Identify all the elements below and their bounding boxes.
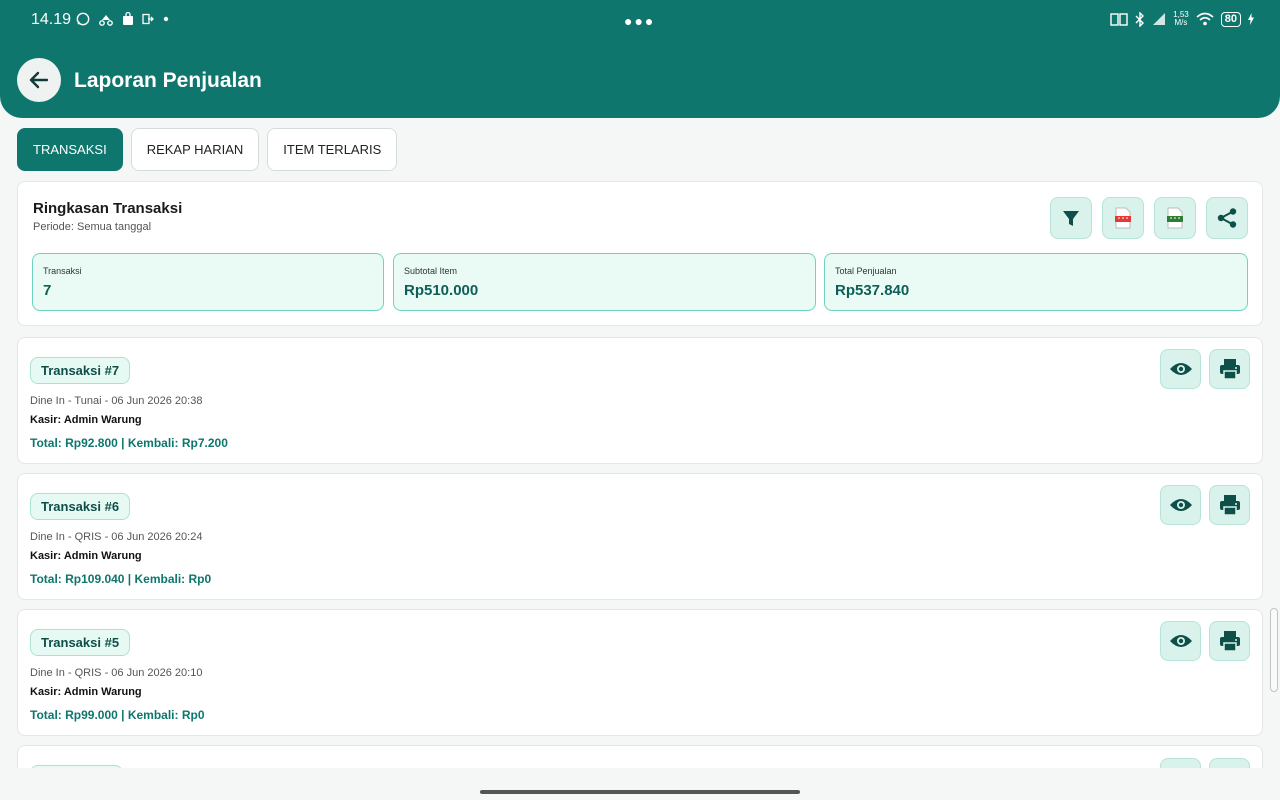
app-bar: 14.19 ●●● 1,53 M/s 80 Laporan Penjualan (0, 0, 1280, 118)
summary-actions (1050, 197, 1248, 239)
reader-mode-icon (1110, 12, 1128, 26)
transaction-actions (1160, 621, 1250, 661)
summary-title: Ringkasan Transaksi (33, 200, 183, 217)
transaction-meta: Dine In - Tunai - 06 Jun 2026 20:38 (30, 395, 203, 407)
view-detail-button[interactable] (1160, 349, 1201, 389)
metric-label: Subtotal Item (404, 266, 458, 276)
pdf-icon (1115, 207, 1131, 229)
printer-icon (1219, 631, 1240, 652)
transaction-badge: Transaksi #5 (30, 629, 131, 656)
transaction-cashier: Kasir: Admin Warung (30, 414, 142, 426)
export-xls-button[interactable] (1154, 197, 1196, 239)
transaction-cashier: Kasir: Admin Warung (30, 550, 142, 562)
whatsapp-icon (76, 12, 90, 26)
summary-period: Periode: Semua tanggal (33, 221, 152, 233)
delivery-icon (99, 15, 113, 26)
metric-transaksi: Transaksi 7 (32, 253, 384, 311)
print-button[interactable] (1209, 349, 1250, 389)
transaction-meta: Dine In - QRIS - 06 Jun 2026 20:24 (30, 531, 203, 543)
transaction-badge: Transaksi #7 (30, 357, 131, 384)
print-button[interactable] (1209, 621, 1250, 661)
dot-icon (163, 16, 169, 22)
transaction-card[interactable]: Transaksi #6 Dine In - QRIS - 06 Jun 202… (17, 473, 1263, 600)
printer-icon (1219, 495, 1240, 516)
xls-icon (1167, 207, 1183, 229)
metric-subtotal-item: Subtotal Item Rp510.000 (393, 253, 816, 311)
metric-label: Total Penjualan (835, 266, 897, 276)
status-time: 14.19 (31, 11, 72, 28)
filter-icon (1063, 211, 1079, 226)
transaction-card[interactable]: Transaksi #7 Dine In - Tunai - 06 Jun 20… (17, 337, 1263, 464)
notification-icons (76, 12, 170, 26)
summary-card: Ringkasan Transaksi Periode: Semua tangg… (17, 181, 1263, 326)
tab-transaksi[interactable]: TRANSAKSI (17, 128, 123, 171)
eye-icon (1169, 499, 1192, 511)
battery-icon: 80 (1220, 11, 1241, 27)
back-button[interactable] (17, 58, 61, 102)
transaction-card[interactable]: Transaksi #5 Dine In - QRIS - 06 Jun 202… (17, 609, 1263, 736)
report-tabs: TRANSAKSI REKAP HARIAN ITEM TERLARIS (17, 128, 398, 171)
eye-icon (1169, 363, 1192, 375)
status-bar: 14.19 ●●● 1,53 M/s 80 (0, 0, 1280, 40)
charging-icon (1248, 13, 1254, 25)
view-detail-button[interactable] (1160, 485, 1201, 525)
filter-button[interactable] (1050, 197, 1092, 239)
tab-rekap-harian[interactable]: REKAP HARIAN (130, 128, 260, 171)
wifi-icon (1196, 12, 1214, 26)
metric-value: Rp510.000 (404, 282, 479, 299)
more-dots-icon: ●●● (624, 13, 656, 29)
gesture-navigation-bar[interactable] (480, 790, 800, 794)
bluetooth-icon (1135, 11, 1145, 27)
arrow-left-icon (29, 71, 49, 89)
eye-icon (1169, 635, 1192, 647)
transaction-actions (1160, 485, 1250, 525)
logout-icon (142, 13, 154, 25)
metric-total-penjualan: Total Penjualan Rp537.840 (824, 253, 1248, 311)
transaction-totals: Total: Rp109.040 | Kembali: Rp0 (30, 572, 212, 586)
transaction-meta: Dine In - QRIS - 06 Jun 2026 20:10 (30, 667, 203, 679)
network-speed: 1,53 M/s (1173, 10, 1189, 27)
transaction-totals: Total: Rp99.000 | Kembali: Rp0 (30, 708, 205, 722)
print-button[interactable] (1209, 485, 1250, 525)
signal-icon (1153, 13, 1166, 25)
export-pdf-button[interactable] (1102, 197, 1144, 239)
transaction-totals: Total: Rp92.800 | Kembali: Rp7.200 (30, 436, 228, 450)
metric-label: Transaksi (43, 266, 82, 276)
transaction-badge: Transaksi #6 (30, 493, 131, 520)
metric-value: Rp537.840 (835, 282, 910, 299)
scrollbar[interactable] (1270, 608, 1278, 692)
printer-icon (1219, 359, 1240, 380)
tab-item-terlaris[interactable]: ITEM TERLARIS (267, 128, 398, 171)
share-button[interactable] (1206, 197, 1248, 239)
metric-value: 7 (43, 282, 52, 299)
transaction-actions (1160, 349, 1250, 389)
transaction-cashier: Kasir: Admin Warung (30, 686, 142, 698)
view-detail-button[interactable] (1160, 621, 1201, 661)
share-icon (1217, 208, 1237, 228)
bottom-area (0, 768, 1280, 800)
page-title: Laporan Penjualan (74, 69, 262, 92)
system-icons: 1,53 M/s 80 (1110, 11, 1254, 27)
shopping-bag-icon (123, 12, 133, 25)
